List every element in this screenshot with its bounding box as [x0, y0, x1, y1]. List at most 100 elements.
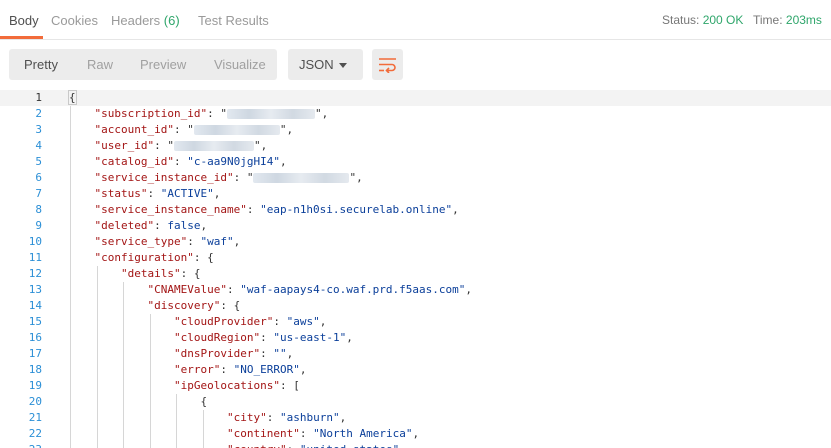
tab-cookies[interactable]: Cookies	[51, 13, 98, 28]
active-tab-indicator	[0, 36, 43, 39]
code-line: 18 "error": "NO_ERROR",	[0, 362, 831, 378]
code-text: "details": {	[121, 266, 200, 282]
json-punctuation: : [	[279, 379, 300, 392]
code-text: "service_instance_id": " ",	[95, 170, 363, 186]
line-number: 1	[35, 91, 42, 104]
json-punctuation: :	[299, 427, 314, 440]
line-number: 4	[35, 139, 42, 152]
chevron-down-icon	[339, 63, 347, 68]
json-value: false	[167, 219, 201, 232]
json-key: "ipGeolocations"	[174, 379, 280, 392]
json-key: "CNAMEValue"	[147, 283, 227, 296]
json-value: "NO_ERROR"	[233, 363, 300, 376]
line-number: 19	[28, 379, 42, 392]
indent-guide	[176, 394, 177, 448]
json-key: "details"	[121, 267, 181, 280]
indent-guide	[202, 410, 204, 448]
json-punctuation: ,	[452, 203, 459, 216]
json-key: "service_type"	[94, 235, 188, 248]
code-line: 19 "ipGeolocations": [	[0, 378, 831, 394]
pretty-button[interactable]: Pretty	[24, 49, 58, 80]
line-number: 3	[35, 123, 42, 136]
time-label: Time:	[753, 13, 783, 27]
json-punctuation: {	[200, 395, 208, 408]
code-text: "service_instance_name": "eap-n1h0si.sec…	[95, 202, 459, 218]
json-punctuation: ,	[279, 155, 287, 168]
code-line: 11 "configuration": {	[0, 250, 831, 266]
line-number: 8	[35, 203, 42, 216]
raw-button[interactable]: Raw	[87, 49, 113, 80]
line-number: 23	[0, 442, 42, 448]
code-text: "discovery": {	[148, 298, 241, 314]
indent-guide	[70, 106, 71, 448]
code-text: "status": "ACTIVE",	[95, 186, 221, 202]
code-line: 1{	[0, 90, 831, 106]
json-value: "ashburn"	[280, 411, 340, 424]
json-value: "c-aa9N0jgHI4"	[187, 155, 280, 168]
json-key: "configuration"	[94, 251, 194, 264]
json-punctuation: :	[266, 411, 280, 424]
code-line: 10 "service_type": "waf",	[0, 234, 831, 250]
code-line: 22 "continent": "North America",	[0, 426, 831, 442]
visualize-button[interactable]: Visualize	[214, 49, 266, 80]
code-line: 3 "account_id": " ",	[0, 122, 831, 138]
json-punctuation: ,	[200, 219, 208, 232]
line-number: 21	[28, 411, 42, 424]
json-punctuation: ,	[286, 347, 294, 360]
json-punctuation: : {	[220, 299, 241, 312]
code-line: 23 "country": "united states",	[0, 442, 831, 448]
json-punctuation: ,	[399, 443, 406, 448]
json-punctuation: : "	[154, 139, 174, 152]
code-text: "user_id": " ",	[95, 138, 268, 154]
json-punctuation: : {	[180, 267, 201, 280]
json-key: "subscription_id"	[94, 107, 208, 120]
json-punctuation: ",	[349, 171, 363, 184]
tab-test-results[interactable]: Test Results	[198, 13, 269, 28]
code-text: "cloudProvider": "aws",	[174, 314, 326, 330]
line-number: 5	[35, 155, 42, 168]
json-punctuation: ,	[299, 363, 307, 376]
code-line: 2 "subscription_id": " ",	[0, 106, 831, 122]
json-key: "cloudRegion"	[174, 331, 261, 344]
indent-guide	[96, 266, 98, 448]
json-punctuation: :	[260, 347, 274, 360]
json-key: "account_id"	[94, 123, 174, 136]
redacted-value	[253, 173, 350, 183]
language-select[interactable]: JSON	[288, 49, 363, 80]
json-punctuation: ,	[465, 283, 473, 296]
json-key: "error"	[174, 363, 221, 376]
json-value: "eap-n1h0si.securelab.online"	[260, 203, 453, 216]
line-number: 10	[28, 235, 42, 248]
line-number: 20	[28, 395, 42, 408]
wrap-lines-button[interactable]	[372, 49, 403, 80]
code-line: 7 "status": "ACTIVE",	[0, 186, 831, 202]
code-line: 15 "cloudProvider": "aws",	[0, 314, 831, 330]
code-line: 16 "cloudRegion": "us-east-1",	[0, 330, 831, 346]
response-tab-bar: Body Cookies Headers (6) Test Results St…	[0, 0, 831, 40]
json-punctuation: ,	[233, 235, 241, 248]
json-key: "city"	[227, 411, 267, 424]
code-text: "dnsProvider": "",	[174, 346, 293, 362]
json-punctuation: : {	[193, 251, 214, 264]
code-text: "configuration": {	[95, 250, 214, 266]
tab-body[interactable]: Body	[9, 13, 39, 28]
code-line: 14 "discovery": {	[0, 298, 831, 314]
code-text: {	[201, 394, 208, 410]
headers-count-badge: (6)	[163, 13, 180, 28]
json-punctuation: :	[147, 187, 161, 200]
response-body-editor[interactable]: 1{2 "subscription_id": " ", 3 "account_id": …	[0, 89, 831, 448]
indent-guide	[123, 282, 124, 448]
json-value: "aws"	[286, 315, 320, 328]
tab-headers[interactable]: Headers (6)	[111, 13, 180, 28]
json-value: "united states"	[300, 443, 399, 448]
json-key: "catalog_id"	[94, 155, 174, 168]
line-number: 11	[28, 251, 42, 264]
code-text: "service_type": "waf",	[95, 234, 241, 250]
json-punctuation: {	[68, 90, 77, 105]
code-line: 13 "CNAMEValue": "waf-aapays4-co.waf.prd.…	[0, 282, 831, 298]
code-text: "cloudRegion": "us-east-1",	[174, 330, 353, 346]
json-punctuation: : "	[207, 107, 227, 120]
json-punctuation: :	[187, 235, 201, 248]
json-key: "user_id"	[94, 139, 155, 152]
preview-button[interactable]: Preview	[140, 49, 186, 80]
